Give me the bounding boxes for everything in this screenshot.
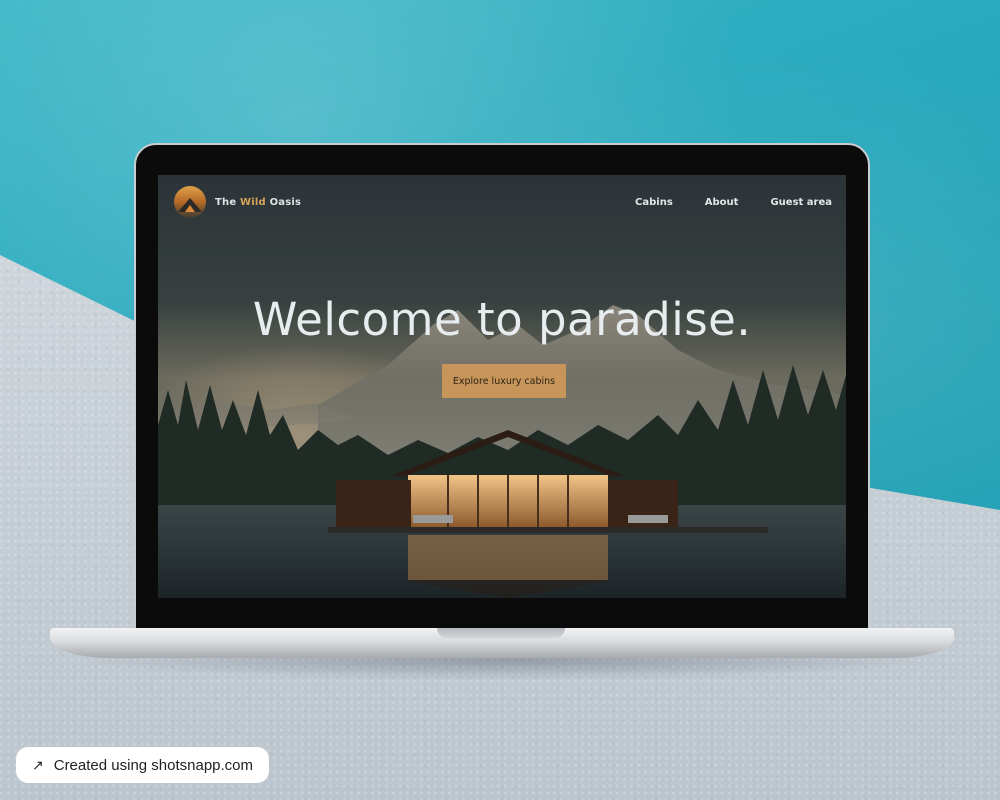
main-nav: Cabins About Guest area (635, 197, 832, 208)
watermark-text: Created using shotsnapp.com (53, 756, 254, 774)
brand-name-accent: Wild (240, 196, 266, 208)
brand[interactable]: The Wild Oasis (174, 186, 301, 218)
brand-name-prefix: The (215, 196, 237, 208)
brand-name: The Wild Oasis (215, 197, 301, 208)
laptop-screen: The Wild Oasis Cabins About Guest area W… (158, 175, 846, 598)
watermark-badge[interactable]: ↗ Created using shotsnapp.com (16, 747, 270, 783)
cabin-logo-icon (174, 186, 206, 218)
nav-link-about[interactable]: About (705, 197, 739, 208)
arrow-up-right-icon: ↗ (32, 756, 44, 773)
site-header: The Wild Oasis Cabins About Guest area (158, 175, 846, 229)
explore-cabins-button[interactable]: Explore luxury cabins (442, 364, 566, 398)
nav-link-cabins[interactable]: Cabins (635, 197, 673, 208)
laptop-notch (437, 628, 565, 638)
hero-title: Welcome to paradise. (252, 293, 752, 346)
brand-name-suffix: Oasis (269, 196, 302, 208)
nav-link-guest-area[interactable]: Guest area (770, 197, 832, 208)
mockup-canvas: The Wild Oasis Cabins About Guest area W… (0, 0, 1000, 800)
